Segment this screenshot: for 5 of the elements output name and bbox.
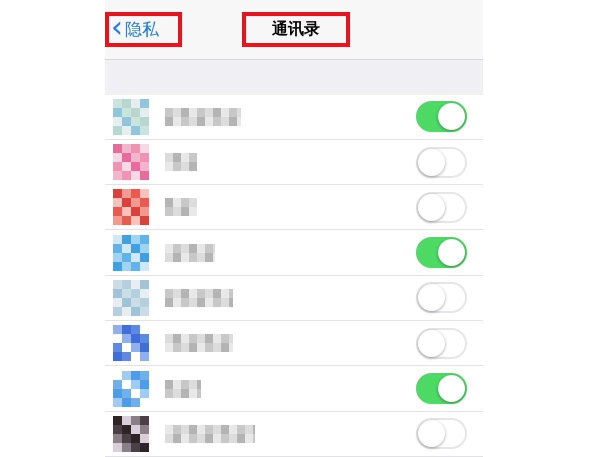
toggle-switch[interactable] xyxy=(416,101,467,132)
toggle-switch[interactable] xyxy=(416,373,467,404)
nav-title: 通讯录 xyxy=(272,19,320,40)
toggle-switch[interactable] xyxy=(416,237,467,268)
back-button[interactable]: ‹隐私 xyxy=(109,18,161,42)
